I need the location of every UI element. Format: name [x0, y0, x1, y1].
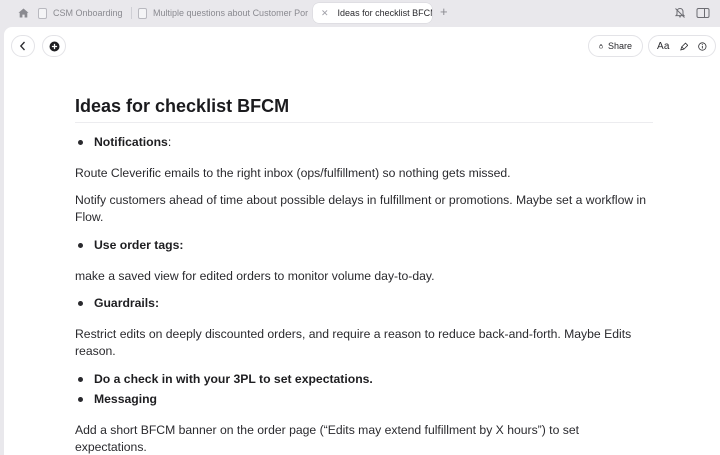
tab-csm-onboarding[interactable]: CSM Onboarding — [38, 3, 128, 23]
tab-label: Ideas for checklist BFCM — [337, 8, 432, 18]
list-item-suffix: : — [167, 135, 172, 149]
list-item-text: Do a check in with your 3PL to set expec… — [94, 372, 373, 386]
lock-icon — [599, 44, 603, 49]
format-toolbar: Aa — [648, 35, 716, 57]
list-item-text: Messaging — [94, 392, 157, 406]
add-button[interactable] — [42, 35, 66, 57]
tab-customer-portal[interactable]: Multiple questions about Customer Portal — [138, 3, 308, 23]
document-title[interactable]: Ideas for checklist BFCM — [75, 95, 653, 123]
home-button[interactable] — [14, 5, 32, 21]
paragraph[interactable]: Restrict edits on deeply discounted orde… — [75, 326, 653, 360]
document-body[interactable]: Ideas for checklist BFCM Notifications: … — [75, 95, 653, 454]
page-icon — [38, 7, 47, 19]
tab-strip: CSM Onboarding Multiple questions about … — [0, 0, 720, 27]
bullet-marker — [78, 301, 83, 306]
plus-icon: + — [440, 4, 448, 19]
list-item[interactable]: Do a check in with your 3PL to set expec… — [75, 371, 653, 388]
document-page: Share Aa Ideas for checklist BFCM Notifi… — [4, 27, 720, 455]
bullet-marker — [78, 140, 83, 145]
bullet-marker — [78, 377, 83, 382]
page-icon — [138, 7, 147, 19]
bullet-marker — [78, 397, 83, 402]
tab-ideas-checklist[interactable]: ✕ Ideas for checklist BFCM — [313, 3, 432, 23]
close-tab-icon[interactable]: ✕ — [321, 8, 329, 19]
mute-button[interactable] — [674, 5, 686, 21]
sidebar-toggle-button[interactable] — [696, 5, 710, 21]
new-tab-button[interactable]: + — [440, 4, 448, 19]
paragraph[interactable]: Notify customers ahead of time about pos… — [75, 192, 653, 226]
tab-divider — [131, 7, 132, 19]
list-item-text: Guardrails: — [94, 296, 160, 310]
paragraph[interactable]: make a saved view for edited orders to m… — [75, 268, 653, 285]
paragraph[interactable]: Route Cleverific emails to the right inb… — [75, 165, 653, 182]
list-item[interactable]: Notifications: — [75, 134, 653, 151]
list-item-text: Use order tags: — [94, 238, 184, 252]
sidebar-icon — [696, 8, 710, 18]
list-item[interactable]: Guardrails: — [75, 295, 653, 312]
highlighter-icon[interactable] — [679, 41, 689, 52]
chevron-left-icon — [19, 41, 25, 51]
list-item[interactable]: Use order tags: — [75, 237, 653, 254]
paragraph[interactable]: Add a short BFCM banner on the order pag… — [75, 422, 653, 455]
tab-label: CSM Onboarding — [53, 8, 123, 18]
info-icon[interactable] — [698, 41, 707, 52]
home-icon — [18, 8, 28, 18]
list-item-text: Notifications — [94, 135, 168, 149]
font-settings-button[interactable]: Aa — [657, 41, 670, 52]
back-button[interactable] — [11, 35, 35, 57]
share-label: Share — [607, 41, 632, 51]
list-item[interactable]: Messaging — [75, 391, 653, 408]
share-button[interactable]: Share — [588, 35, 643, 57]
tab-label: Multiple questions about Customer Portal — [153, 8, 308, 18]
bullet-marker — [78, 243, 83, 248]
bell-off-icon — [674, 7, 686, 18]
plus-circle-icon — [49, 41, 59, 51]
